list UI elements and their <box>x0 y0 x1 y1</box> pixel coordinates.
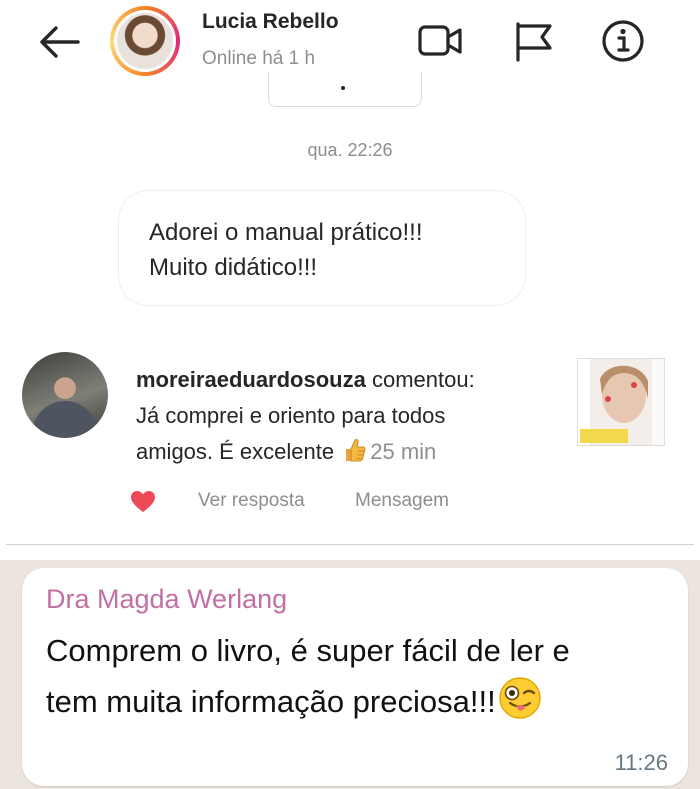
thumbs-up-emoji-icon <box>342 437 366 463</box>
whatsapp-message-text: Comprem o livro, é super fácil de ler e … <box>46 626 570 727</box>
contact-avatar-photo <box>117 13 173 69</box>
whatsapp-message-line: tem muita informação preciosa!!! <box>46 684 496 719</box>
message-line: Muito didático!!! <box>149 254 318 281</box>
chat-header: Lucia Rebello Online há 1 h <box>0 0 700 107</box>
comment-text: moreiraeduardosouza comentou: Já comprei… <box>136 362 556 470</box>
view-reply-button[interactable]: Ver resposta <box>198 490 305 512</box>
post-thumbnail[interactable] <box>577 358 665 446</box>
previous-message-bubble <box>268 72 422 107</box>
whatsapp-sender-name: Dra Magda Werlang <box>46 584 288 614</box>
contact-name[interactable]: Lucia Rebello <box>202 10 339 34</box>
whatsapp-message-line: Comprem o livro, é super fácil de ler e <box>46 633 570 668</box>
commenter-avatar[interactable] <box>22 352 108 438</box>
comment-line: Já comprei e oriento para todos <box>136 403 446 428</box>
commenter-username[interactable]: moreiraeduardosouza <box>136 367 366 392</box>
comment-verb: comentou: <box>365 367 475 392</box>
message-bubble[interactable]: Adorei o manual prático!!! Muito didátic… <box>118 190 526 306</box>
winking-face-with-tongue-icon <box>498 676 542 720</box>
comment-line: amigos. É excelente <box>136 439 335 464</box>
info-icon[interactable] <box>598 18 648 64</box>
divider <box>6 544 694 545</box>
video-call-icon[interactable] <box>416 18 466 64</box>
contact-avatar[interactable] <box>110 6 180 76</box>
time-divider: qua. 22:26 <box>307 140 393 160</box>
message-line: Adorei o manual prático!!! <box>149 219 423 246</box>
message-button[interactable]: Mensagem <box>355 490 449 512</box>
flag-icon[interactable] <box>510 18 560 64</box>
comment-time: 25 min <box>370 439 437 464</box>
contact-status: Online há 1 h <box>202 48 316 69</box>
message-text: Adorei o manual prático!!! Muito didátic… <box>149 215 422 285</box>
whatsapp-message-time: 11:26 <box>614 750 668 775</box>
back-arrow-icon[interactable] <box>34 20 84 64</box>
heart-icon[interactable] <box>130 490 156 514</box>
whatsapp-message-bubble: Dra Magda Werlang Comprem o livro, é sup… <box>22 568 688 786</box>
